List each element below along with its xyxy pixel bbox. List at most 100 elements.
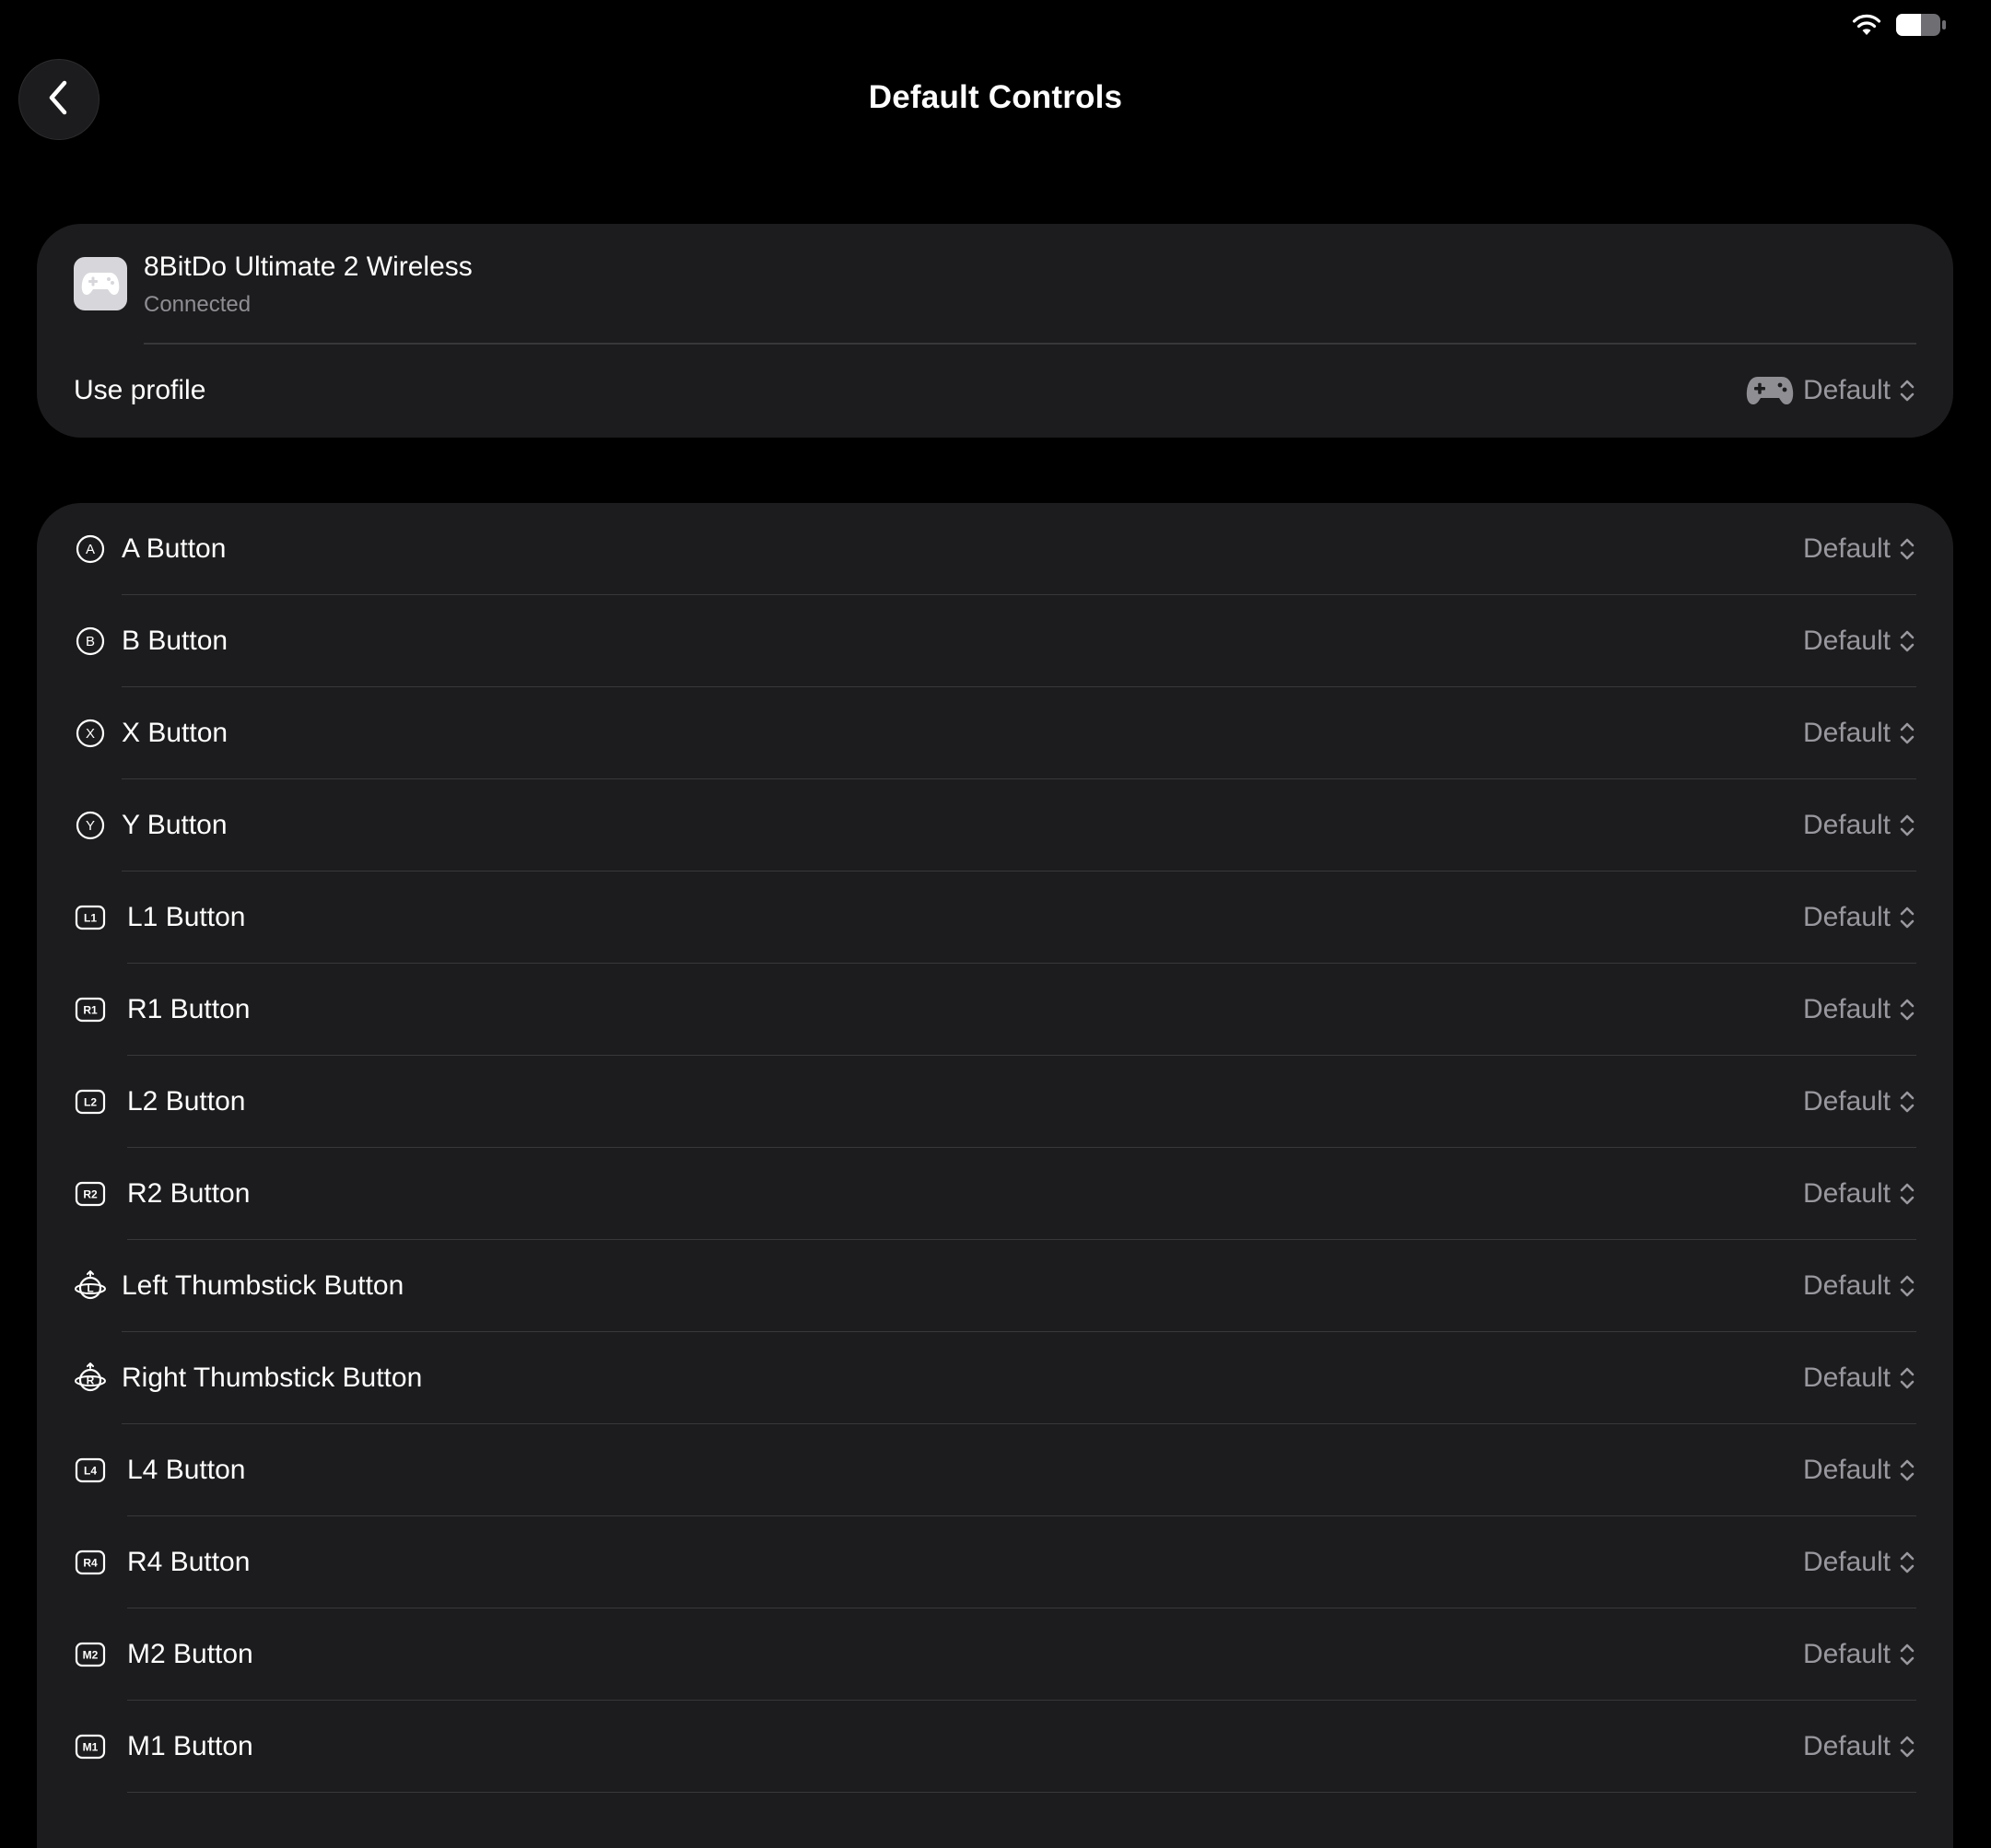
- mapping-value: Default: [1802, 902, 1891, 932]
- device-status: Connected: [144, 292, 252, 317]
- chevron-up-down-icon: [1898, 1364, 1916, 1392]
- chevron-up-down-icon: [1898, 812, 1916, 839]
- gamepad-icon: [1744, 374, 1796, 407]
- svg-text:L1: L1: [84, 912, 97, 925]
- wifi-icon: [1851, 13, 1882, 37]
- status-bar: [1851, 13, 1947, 37]
- button-label: M2 Button: [127, 1639, 253, 1669]
- m1-button-icon: M1: [74, 1730, 107, 1763]
- chevron-up-down-icon: [1898, 1549, 1916, 1576]
- x-button-icon: X: [74, 717, 107, 750]
- use-profile-label: Use profile: [74, 375, 206, 405]
- svg-text:Y: Y: [86, 818, 95, 834]
- chevron-up-down-icon: [1898, 719, 1916, 747]
- mapping-value: Default: [1802, 1547, 1891, 1577]
- mapping-picker[interactable]: Default: [1803, 1547, 1916, 1578]
- button-mapping-row[interactable]: X X Button Default: [37, 687, 1953, 779]
- button-label: B Button: [122, 626, 228, 656]
- mapping-value: Default: [1802, 1086, 1891, 1117]
- profile-value: Default: [1802, 375, 1891, 405]
- b-button-icon: B: [74, 625, 107, 658]
- use-profile-row[interactable]: Use profile Default: [37, 344, 1953, 438]
- button-label: R1 Button: [127, 994, 251, 1024]
- l4-button-icon: L4: [74, 1454, 107, 1487]
- chevron-up-down-icon: [1898, 377, 1916, 404]
- chevron-up-down-icon: [1898, 1088, 1916, 1116]
- mapping-value: Default: [1802, 718, 1891, 748]
- button-label: Right Thumbstick Button: [122, 1363, 423, 1393]
- chevron-up-down-icon: [1898, 1456, 1916, 1484]
- r2-button-icon: R2: [74, 1177, 107, 1211]
- mapping-picker[interactable]: Default: [1803, 1363, 1916, 1394]
- mapping-picker[interactable]: Default: [1803, 718, 1916, 749]
- mapping-picker[interactable]: Default: [1803, 1086, 1916, 1117]
- button-mapping-row[interactable]: Y Y Button Default: [37, 779, 1953, 871]
- button-label: L1 Button: [127, 902, 246, 932]
- mapping-picker[interactable]: Default: [1803, 902, 1916, 933]
- chevron-up-down-icon: [1898, 996, 1916, 1023]
- button-mapping-row[interactable]: L4 L4 Button Default: [37, 1424, 1953, 1516]
- button-mapping-list: A A Button Default B B Button Default X X Butto…: [37, 503, 1953, 1793]
- mapping-value: Default: [1802, 533, 1891, 564]
- mapping-picker[interactable]: Default: [1803, 810, 1916, 841]
- button-label: L2 Button: [127, 1086, 246, 1117]
- svg-text:L2: L2: [84, 1096, 97, 1109]
- mapping-picker[interactable]: Default: [1803, 1731, 1916, 1762]
- device-name: 8BitDo Ultimate 2 Wireless: [144, 251, 473, 282]
- svg-text:X: X: [86, 726, 95, 742]
- svg-text:A: A: [86, 542, 95, 557]
- mapping-picker[interactable]: Default: [1803, 1270, 1916, 1302]
- battery-icon: [1895, 13, 1947, 37]
- button-label: Left Thumbstick Button: [122, 1270, 404, 1301]
- button-mapping-row[interactable]: B B Button Default: [37, 595, 1953, 687]
- svg-text:R1: R1: [83, 1004, 98, 1017]
- button-mapping-row[interactable]: R2 R2 Button Default: [37, 1148, 1953, 1240]
- mapping-picker[interactable]: Default: [1803, 1178, 1916, 1210]
- mapping-picker[interactable]: Default: [1803, 1455, 1916, 1486]
- button-mapping-row[interactable]: R Right Thumbstick Button Default: [37, 1332, 1953, 1424]
- right-thumbstick-icon: R: [74, 1362, 107, 1395]
- mapping-picker[interactable]: Default: [1803, 626, 1916, 657]
- svg-text:R2: R2: [83, 1188, 98, 1201]
- button-label: R2 Button: [127, 1178, 251, 1209]
- mapping-picker[interactable]: Default: [1803, 1639, 1916, 1670]
- mapping-picker[interactable]: Default: [1803, 533, 1916, 565]
- chevron-up-down-icon: [1898, 627, 1916, 655]
- mapping-value: Default: [1802, 1270, 1891, 1301]
- device-row: 8BitDo Ultimate 2 Wireless Connected: [37, 224, 1953, 345]
- mapping-value: Default: [1802, 626, 1891, 656]
- left-thumbstick-icon: L: [74, 1269, 107, 1303]
- button-mapping-row[interactable]: A A Button Default: [37, 503, 1953, 595]
- chevron-up-down-icon: [1898, 1641, 1916, 1668]
- button-label: X Button: [122, 718, 228, 748]
- button-label: L4 Button: [127, 1455, 246, 1485]
- button-mapping-row[interactable]: L2 L2 Button Default: [37, 1056, 1953, 1148]
- l1-button-icon: L1: [74, 901, 107, 934]
- svg-text:M1: M1: [83, 1741, 99, 1754]
- divider: [127, 1791, 1916, 1793]
- profile-picker[interactable]: Default: [1744, 374, 1916, 407]
- mapping-picker[interactable]: Default: [1803, 994, 1916, 1025]
- svg-text:L4: L4: [84, 1465, 97, 1478]
- button-mapping-row[interactable]: R4 R4 Button Default: [37, 1516, 1953, 1608]
- button-mapping-row[interactable]: M2 M2 Button Default: [37, 1608, 1953, 1701]
- svg-text:B: B: [86, 634, 95, 649]
- mapping-value: Default: [1802, 1363, 1891, 1393]
- button-label: M1 Button: [127, 1731, 253, 1761]
- a-button-icon: A: [74, 532, 107, 566]
- m2-button-icon: M2: [74, 1638, 107, 1671]
- chevron-up-down-icon: [1898, 1733, 1916, 1760]
- l2-button-icon: L2: [74, 1085, 107, 1118]
- chevron-up-down-icon: [1898, 535, 1916, 563]
- mapping-value: Default: [1802, 1178, 1891, 1209]
- mapping-value: Default: [1802, 1639, 1891, 1669]
- button-mapping-row[interactable]: R1 R1 Button Default: [37, 964, 1953, 1056]
- button-label: Y Button: [122, 810, 228, 840]
- device-card: 8BitDo Ultimate 2 Wireless Connected Use…: [37, 224, 1953, 438]
- button-label: R4 Button: [127, 1547, 251, 1577]
- button-mapping-row[interactable]: L Left Thumbstick Button Default: [37, 1240, 1953, 1332]
- svg-text:R: R: [87, 1374, 95, 1387]
- button-mapping-row[interactable]: M1 M1 Button Default: [37, 1701, 1953, 1793]
- button-mapping-row[interactable]: L1 L1 Button Default: [37, 871, 1953, 964]
- page-title: Default Controls: [868, 79, 1123, 115]
